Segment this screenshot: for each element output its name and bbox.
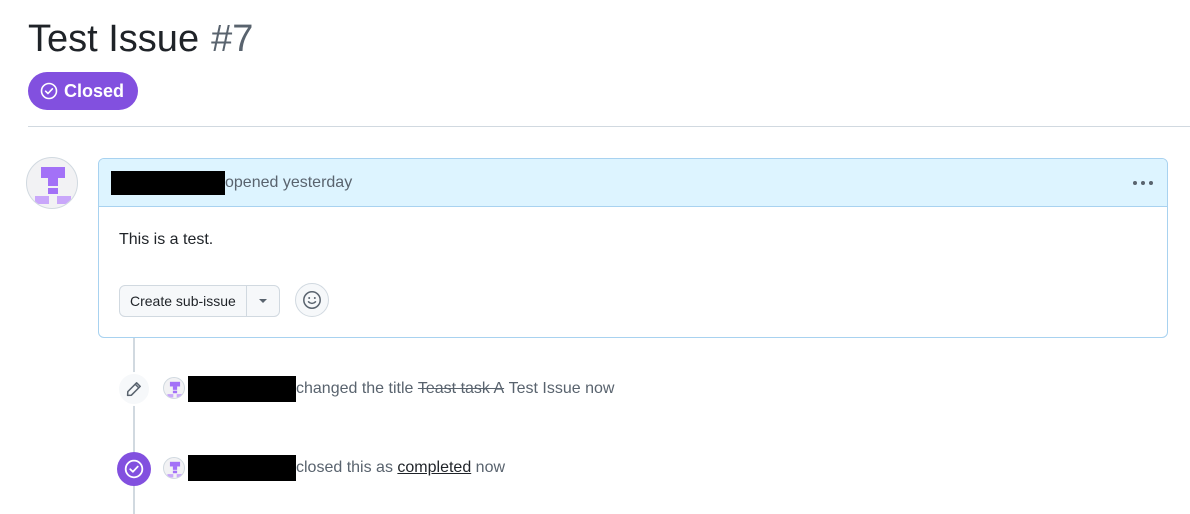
issue-comment: opened yesterday This is a test. Create … bbox=[98, 158, 1168, 338]
event-action: changed the title bbox=[296, 380, 414, 397]
check-circle-icon bbox=[124, 459, 144, 479]
issue-title: Test Issue bbox=[28, 18, 200, 60]
identicon-icon bbox=[35, 167, 71, 204]
event-actor-redacted[interactable] bbox=[188, 376, 296, 402]
issue-state-badge: Closed bbox=[28, 72, 139, 110]
title-change-event: changed the title Teast task A Test Issu… bbox=[188, 376, 614, 402]
old-title: Teast task A bbox=[417, 380, 505, 397]
kebab-horizontal-icon bbox=[1133, 181, 1153, 185]
create-sub-issue-split-button: Create sub-issue bbox=[119, 285, 280, 317]
event-time[interactable]: now bbox=[476, 459, 505, 477]
author-avatar[interactable] bbox=[26, 157, 78, 209]
add-reaction-button[interactable] bbox=[295, 283, 329, 317]
issue-number: #7 bbox=[211, 18, 254, 60]
timeline-line bbox=[133, 338, 135, 514]
issue-title-row: Test Issue #7 bbox=[28, 16, 253, 62]
comment-options-button[interactable] bbox=[1131, 171, 1155, 195]
close-reason-link[interactable]: completed bbox=[397, 459, 471, 477]
create-sub-issue-dropdown-button[interactable] bbox=[247, 286, 279, 316]
event-actor-avatar[interactable] bbox=[163, 457, 185, 479]
comment-action-text: opened yesterday bbox=[225, 173, 353, 191]
event-actor-redacted[interactable] bbox=[188, 455, 296, 481]
comment-header: opened yesterday bbox=[99, 159, 1167, 207]
identicon-icon bbox=[167, 381, 183, 398]
event-time[interactable]: now bbox=[585, 380, 614, 398]
comment-body: This is a test. bbox=[119, 231, 214, 248]
pencil-icon bbox=[126, 382, 141, 397]
issue-state-label: Closed bbox=[64, 80, 125, 101]
create-sub-issue-button[interactable]: Create sub-issue bbox=[120, 286, 247, 316]
title-change-event-badge bbox=[117, 372, 151, 406]
identicon-icon bbox=[167, 461, 183, 478]
triangle-down-icon bbox=[258, 299, 267, 303]
event-action: closed this as bbox=[296, 459, 393, 476]
header-divider bbox=[28, 126, 1190, 127]
check-circle-icon bbox=[40, 82, 58, 100]
new-title: Test Issue bbox=[508, 380, 581, 397]
smiley-icon bbox=[303, 291, 321, 309]
event-actor-avatar[interactable] bbox=[163, 377, 185, 399]
closed-event-badge bbox=[117, 452, 151, 486]
author-name-redacted[interactable] bbox=[111, 170, 225, 195]
closed-event: closed this as completed now bbox=[188, 455, 505, 481]
